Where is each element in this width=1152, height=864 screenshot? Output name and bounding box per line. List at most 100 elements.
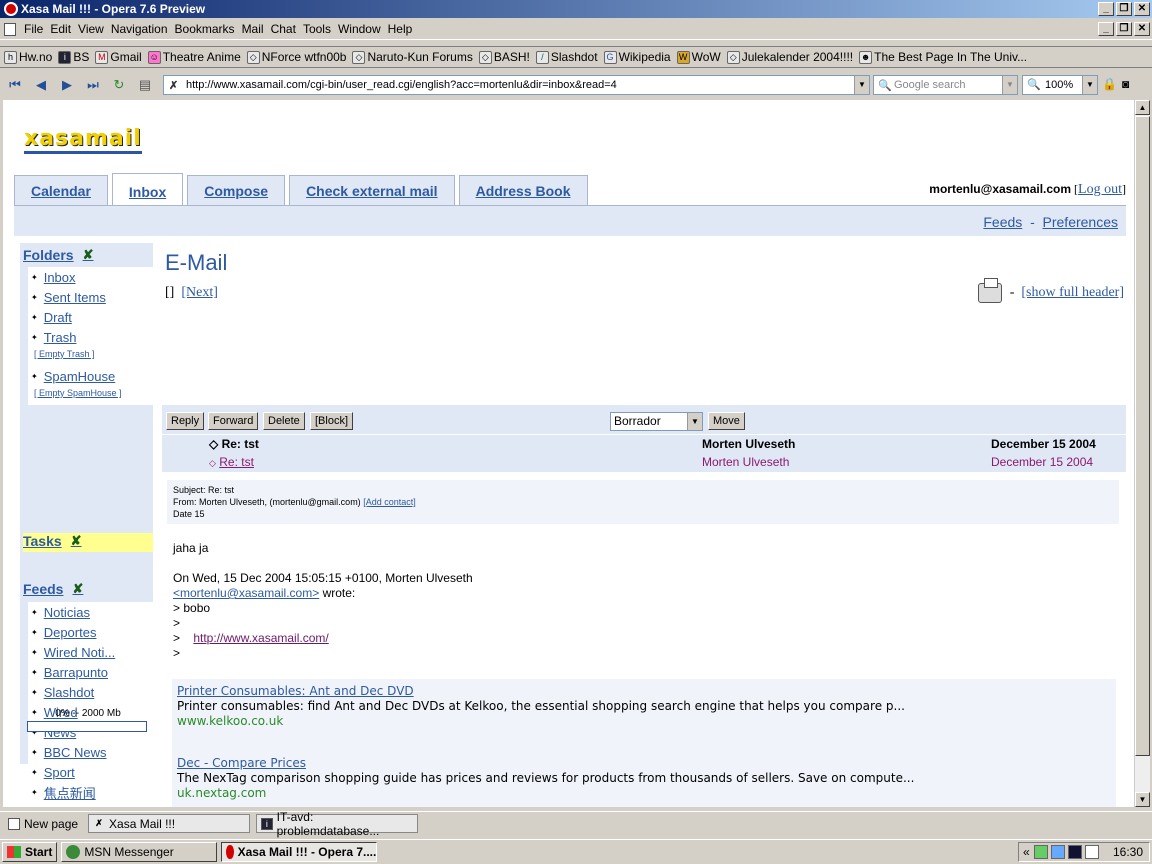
page-tab-xasa[interactable]: ✗ Xasa Mail !!!	[88, 814, 251, 833]
tab-check-external-mail[interactable]: Check external mail	[289, 175, 455, 206]
feed-item[interactable]: ✦ Barrapunto	[28, 662, 153, 682]
search-input[interactable]: 🔍 Google search ▼	[873, 75, 1018, 95]
feeds-settings-icon[interactable]: ✘	[72, 581, 83, 597]
menu-window[interactable]: Window	[338, 22, 381, 36]
task-opera[interactable]: Xasa Mail !!! - Opera 7....	[221, 842, 378, 862]
bookmark-wikipedia[interactable]: G Wikipedia	[603, 50, 671, 64]
bookmark-hw[interactable]: h Hw.no	[4, 50, 52, 64]
xasamail-logo[interactable]: xasamail	[24, 127, 142, 154]
page-tab-itavd[interactable]: i IT-avd: problemdatabase...	[256, 810, 419, 838]
zoom-dropdown-icon[interactable]: ▼	[1082, 76, 1097, 94]
back-icon[interactable]: ◀	[30, 77, 52, 93]
tasks-settings-icon[interactable]: ✘	[71, 533, 82, 549]
tab-inbox[interactable]: Inbox	[111, 173, 184, 206]
folder-sent-items[interactable]: ✦ Sent Items	[28, 287, 153, 307]
tray-expand-icon[interactable]: «	[1023, 845, 1030, 859]
bookmark-bs[interactable]: i BS	[58, 50, 89, 64]
folder-spamhouse[interactable]: ✦ SpamHouse	[28, 366, 153, 386]
feed-item[interactable]: ✦ Deportes	[28, 622, 153, 642]
bookmark-naruto[interactable]: ◇ Naruto-Kun Forums	[352, 50, 473, 64]
feed-item[interactable]: ✦ Noticias	[28, 602, 153, 622]
bookmark-bash[interactable]: ◇ BASH!	[478, 50, 530, 64]
start-button[interactable]: Start	[2, 842, 58, 862]
lock-icon[interactable]: 🔒	[1102, 77, 1117, 91]
tab-calendar[interactable]: Calendar	[14, 175, 108, 206]
empty-spamhouse-link[interactable]: [ Empty SpamHouse ]	[28, 386, 153, 405]
feed-item[interactable]: ✦ Sport	[28, 762, 153, 782]
menu-chat[interactable]: Chat	[271, 22, 296, 36]
thread-row[interactable]: ◇ Re: tst Morten Ulveseth December 15 20…	[162, 455, 1126, 473]
folders-heading[interactable]: Folders ✘	[23, 247, 93, 263]
msn-tray-icon[interactable]	[1050, 845, 1065, 859]
menu-view[interactable]: View	[78, 22, 104, 36]
prev-link[interactable]: []	[165, 285, 174, 300]
mail-icon[interactable]	[1084, 845, 1099, 859]
doc-minimize-button[interactable]: _	[1098, 22, 1114, 36]
add-contact-link[interactable]: [Add contact]	[363, 497, 416, 507]
ad-url[interactable]: www.kelkoo.co.uk	[177, 714, 905, 729]
menu-edit[interactable]: Edit	[50, 22, 71, 36]
menu-bookmarks[interactable]: Bookmarks	[175, 22, 235, 36]
search-dropdown-icon[interactable]: ▼	[1002, 76, 1017, 94]
forward-button[interactable]: Forward	[208, 412, 259, 430]
next-link[interactable]: [Next]	[181, 285, 218, 300]
bookmark-nforce[interactable]: ◇ NForce wtfn00b	[246, 50, 346, 64]
move-folder-select[interactable]: Borrador ▼	[610, 412, 703, 431]
printer-icon[interactable]	[977, 278, 1002, 303]
tab-address-book[interactable]: Address Book	[458, 175, 588, 206]
fast-forward-icon[interactable]: ⏭	[82, 77, 104, 93]
bookmark-slashdot[interactable]: / Slashdot	[535, 50, 598, 64]
folders-settings-icon[interactable]: ✘	[83, 247, 94, 263]
email-link[interactable]: <mortenlu@xasamail.com>	[173, 586, 319, 600]
move-button[interactable]: Move	[708, 412, 745, 430]
bookmark-theatre-anime[interactable]: ☺ Theatre Anime	[147, 50, 241, 64]
scroll-down-icon[interactable]: ▼	[1135, 792, 1150, 807]
doc-close-button[interactable]: ✕	[1134, 22, 1150, 36]
quoted-url-link[interactable]: http://www.xasamail.com/	[193, 631, 328, 645]
menu-navigation[interactable]: Navigation	[111, 22, 168, 36]
vertical-scrollbar[interactable]: ▲ ▼	[1134, 100, 1150, 807]
thread-row-current[interactable]: ◇ Re: tst Morten Ulveseth December 15 20…	[162, 437, 1126, 455]
folder-trash[interactable]: ✦ Trash	[28, 327, 153, 347]
url-field[interactable]: ✗ http://www.xasamail.com/cgi-bin/user_r…	[163, 75, 870, 95]
tab-compose[interactable]: Compose	[187, 175, 286, 206]
bookmark-best-page[interactable]: ☻ The Best Page In The Univ...	[859, 50, 1027, 64]
logout-link[interactable]: Log out	[1078, 182, 1122, 197]
feed-item[interactable]: ✦ Wired Noti...	[28, 642, 153, 662]
block-button[interactable]: [Block]	[310, 412, 354, 430]
reply-button[interactable]: Reply	[166, 412, 205, 430]
menu-tools[interactable]: Tools	[303, 22, 331, 36]
menu-mail[interactable]: Mail	[242, 22, 264, 36]
chevron-down-icon[interactable]: ▼	[687, 413, 702, 430]
ad-title-link[interactable]: Printer Consumables: Ant and Dec DVD	[177, 684, 905, 699]
bookmark-gmail[interactable]: M Gmail	[95, 50, 142, 64]
bookmark-julekalender[interactable]: ◇ Julekalender 2004!!!!	[726, 50, 853, 64]
network-icon[interactable]	[1033, 845, 1048, 859]
feeds-link[interactable]: Feeds	[983, 214, 1022, 230]
print-icon[interactable]: ▤	[134, 77, 156, 93]
rewind-icon[interactable]: ⏮	[4, 77, 26, 93]
feed-item[interactable]: ✦ 焦点新闻	[28, 782, 153, 802]
show-full-header-link[interactable]: [show full header]	[1021, 285, 1124, 301]
folder-draft[interactable]: ✦ Draft	[28, 307, 153, 327]
scroll-thumb[interactable]	[1135, 116, 1150, 756]
camera-icon[interactable]: ◙	[1122, 77, 1129, 91]
forward-icon[interactable]: ▶	[56, 77, 78, 93]
doc-restore-button[interactable]: ❐	[1116, 22, 1132, 36]
menu-help[interactable]: Help	[388, 22, 413, 36]
delete-button[interactable]: Delete	[263, 412, 305, 430]
ad-title-link[interactable]: Dec - Compare Prices	[177, 756, 914, 771]
monitor-icon[interactable]	[1067, 845, 1082, 859]
bookmark-wow[interactable]: W WoW	[676, 50, 721, 64]
menu-file[interactable]: File	[24, 22, 43, 36]
task-msn-messenger[interactable]: MSN Messenger	[61, 842, 218, 862]
tasks-heading[interactable]: Tasks ✘	[23, 533, 82, 549]
feed-item[interactable]: ✦ BBC News	[28, 742, 153, 762]
reload-icon[interactable]: ↻	[108, 77, 130, 93]
preferences-link[interactable]: Preferences	[1043, 214, 1118, 230]
scroll-up-icon[interactable]: ▲	[1135, 100, 1150, 115]
url-dropdown-icon[interactable]: ▼	[854, 76, 869, 94]
minimize-button[interactable]: _	[1098, 2, 1114, 16]
close-button[interactable]: ✕	[1134, 2, 1150, 16]
feeds-heading[interactable]: Feeds ✘	[23, 581, 83, 597]
